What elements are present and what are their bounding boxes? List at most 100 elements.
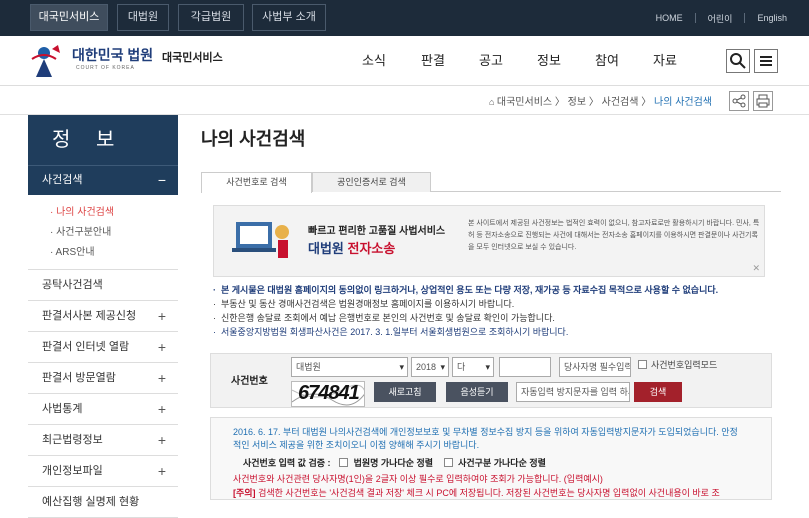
guide-caution: [주의] 검색한 사건번호는 '사건검색 결과 저장' 체크 시 PC에 저장됩… <box>233 487 773 500</box>
search-button[interactable] <box>726 49 750 73</box>
case-search-form: 사건번호 대법원 2018 다 당사자명 필수입력 사건번호입력모드 67484… <box>210 353 772 408</box>
menu-resources[interactable]: 자료 <box>653 36 677 86</box>
sidebar-subitem-my-case-search[interactable]: · 나의 사건검색 <box>50 203 178 223</box>
sidebar-item-case-search[interactable]: 사건검색 − <box>28 165 178 195</box>
expand-icon: + <box>157 370 166 386</box>
menu-info[interactable]: 정보 <box>537 36 561 86</box>
menu-participation[interactable]: 참여 <box>595 36 619 86</box>
page-title: 나의 사건검색 <box>201 129 306 149</box>
utility-bar: 대국민서비스 대법원 각급법원 사법부 소개 HOME 어린이 English <box>0 0 809 36</box>
menu-button[interactable] <box>754 49 778 73</box>
expand-icon: + <box>157 432 166 448</box>
captcha-audio-button[interactable]: 음성듣기 <box>446 382 508 402</box>
sidebar-item-budget[interactable]: 예산집행 실명제 현황 <box>28 487 178 518</box>
year-select[interactable]: 2018 <box>411 357 449 377</box>
sidebar-item-label: 개인정보파일 <box>42 465 103 477</box>
sidebar-item-laws[interactable]: 최근법령정보 + <box>28 425 178 456</box>
kids-link[interactable]: 어린이 <box>696 12 745 25</box>
logo-subtitle: COURT OF KOREA <box>76 65 135 71</box>
sidebar-item-label: 판결서사본 제공신청 <box>42 310 137 322</box>
sidebar-item-judgment-visit[interactable]: 판결서 방문열람 + <box>28 363 178 394</box>
collapse-icon: − <box>157 172 166 188</box>
share-button[interactable] <box>729 91 749 111</box>
chevron-right-icon: 〉 <box>588 97 602 108</box>
breadcrumb-current: 나의 사건검색 <box>654 97 712 108</box>
menu-notice[interactable]: 공고 <box>479 36 503 86</box>
number-mode-checkbox[interactable] <box>638 360 647 369</box>
captcha-input[interactable]: 자동입력 방지문자를 입력 하세요 <box>516 382 630 402</box>
search-submit-button[interactable]: 검색 <box>634 382 682 402</box>
sidebar-item-judgment-copy[interactable]: 판결서사본 제공신청 + <box>28 301 178 332</box>
print-button[interactable] <box>753 91 773 111</box>
notice-item: 부동산 및 동산 경매사건검색은 법원경매정보 홈페이지를 이용하시기 바랍니다… <box>213 297 773 311</box>
court-emblem-icon <box>31 45 60 77</box>
sidebar-item-label: 사법통계 <box>42 403 83 415</box>
breadcrumb-item[interactable]: 대국민서비스 <box>497 97 552 108</box>
tab-certificate[interactable]: 공인인증서로 검색 <box>312 172 431 192</box>
home-link[interactable]: HOME <box>644 13 695 23</box>
hamburger-icon <box>760 56 772 66</box>
breadcrumb-item[interactable]: 정보 <box>568 97 586 108</box>
breadcrumb-bar: ⌂ 대국민서비스 〉 정보 〉 사건검색 〉 나의 사건검색 <box>0 87 809 115</box>
main-navigation: 대한민국 법원 COURT OF KOREA 대국민서비스 소식 판결 공고 정… <box>0 36 809 86</box>
caution-text: 검색한 사건번호는 '사건검색 결과 저장' 체크 시 PC에 저장됩니다. 저… <box>258 488 720 498</box>
close-icon[interactable]: ✕ <box>752 263 760 274</box>
captcha-refresh-button[interactable]: 새로고침 <box>374 382 436 402</box>
logo-name: 대한민국 법원 <box>72 47 154 63</box>
validation-label: 사건번호 입력 값 검증 : <box>243 458 331 468</box>
party-name-input[interactable]: 당사자명 필수입력 <box>559 357 631 377</box>
search-icon <box>730 53 746 69</box>
case-number-label: 사건번호 <box>231 376 268 387</box>
sidebar-item-label: 사건검색 <box>42 174 83 186</box>
sidebar-item-label: 공탁사건검색 <box>42 279 103 291</box>
tab-case-number[interactable]: 사건번호로 검색 <box>201 172 312 193</box>
sidebar-submenu: · 나의 사건검색 · 사건구분안내 · ARS안내 <box>28 195 178 270</box>
search-guide: 2016. 6. 17. 부터 대법원 나의사건검색에 개인정보보호 및 무차별… <box>210 417 772 500</box>
notice-item: 본 게시물은 대법원 홈페이지의 동의없이 링크하거나, 상업적인 용도 또는 … <box>213 283 773 297</box>
breadcrumb-item[interactable]: 사건검색 <box>602 97 639 108</box>
e-litigation-illustration-icon <box>232 222 289 258</box>
breadcrumb: ⌂ 대국민서비스 〉 정보 〉 사건검색 〉 나의 사건검색 <box>489 93 712 108</box>
e-litigation-banner[interactable]: 빠르고 편리한 고품질 사법서비스 대법원 전자소송 본 사이트에서 제공된 사… <box>213 205 765 277</box>
util-tab-public-service[interactable]: 대국민서비스 <box>30 4 108 31</box>
sort-type-checkbox[interactable] <box>443 458 453 467</box>
util-tab-courts[interactable]: 각급법원 <box>178 4 244 31</box>
case-number-input[interactable] <box>499 357 551 377</box>
expand-icon: + <box>157 308 166 324</box>
banner-headline: 빠르고 편리한 고품질 사법서비스 <box>308 226 446 237</box>
menu-judgment[interactable]: 판결 <box>421 36 445 86</box>
notice-item: 서울중앙지방법원 회생파산사건은 2017. 3. 1.일부터 서울회생법원으로… <box>213 325 773 339</box>
sidebar-item-label: 판결서 방문열람 <box>42 372 116 384</box>
sidebar-subitem-case-type-guide[interactable]: · 사건구분안내 <box>50 223 178 243</box>
sort-court-checkbox[interactable] <box>339 458 349 467</box>
court-logo[interactable]: 대한민국 법원 COURT OF KOREA 대국민서비스 <box>30 43 230 81</box>
sidebar-item-label: 판결서 인터넷 열람 <box>42 341 130 353</box>
sidebar-item-label: 최근법령정보 <box>42 434 103 446</box>
home-icon: ⌂ <box>488 97 497 107</box>
sidebar-title: 정 보 <box>28 115 178 165</box>
sidebar-item-judgment-online[interactable]: 판결서 인터넷 열람 + <box>28 332 178 363</box>
guide-captcha-notice: 2016. 6. 17. 부터 대법원 나의사건검색에 개인정보보호 및 무차별… <box>233 427 738 450</box>
chevron-right-icon: 〉 <box>641 97 655 108</box>
search-tabs: 사건번호로 검색 공인인증서로 검색 <box>201 172 781 193</box>
expand-icon: + <box>157 463 166 479</box>
sidebar-item-privacy-files[interactable]: 개인정보파일 + <box>28 456 178 487</box>
sidebar-item-statistics[interactable]: 사법통계 + <box>28 394 178 425</box>
court-select[interactable]: 대법원 <box>291 357 408 377</box>
expand-icon: + <box>157 339 166 355</box>
util-tab-judiciary-intro[interactable]: 사법부 소개 <box>252 4 326 31</box>
captcha-image: 674841 <box>291 381 365 407</box>
menu-news[interactable]: 소식 <box>362 36 386 86</box>
guide-validation-row: 사건번호 입력 값 검증 : 법원명 가나다순 정렬 사건구분 가나다순 정렬 <box>243 457 763 470</box>
share-icon <box>732 94 746 108</box>
notice-list: 본 게시물은 대법원 홈페이지의 동의없이 링크하거나, 상업적인 용도 또는 … <box>213 283 773 339</box>
case-type-select[interactable]: 다 <box>452 357 494 377</box>
english-link[interactable]: English <box>745 13 809 23</box>
caution-label: [주의] <box>233 488 256 498</box>
sidebar-subitem-ars-guide[interactable]: · ARS안내 <box>50 243 178 263</box>
expand-icon: + <box>157 401 166 417</box>
sidebar-item-deposit-search[interactable]: 공탁사건검색 <box>28 270 178 301</box>
banner-title-elit: 전자소송 <box>347 241 396 256</box>
guide-required-notice: 사건번호와 사건관련 당사자명(1인)을 2글자 이상 필수로 입력하여야 조회… <box>233 474 603 484</box>
util-tab-supreme-court[interactable]: 대법원 <box>117 4 169 31</box>
